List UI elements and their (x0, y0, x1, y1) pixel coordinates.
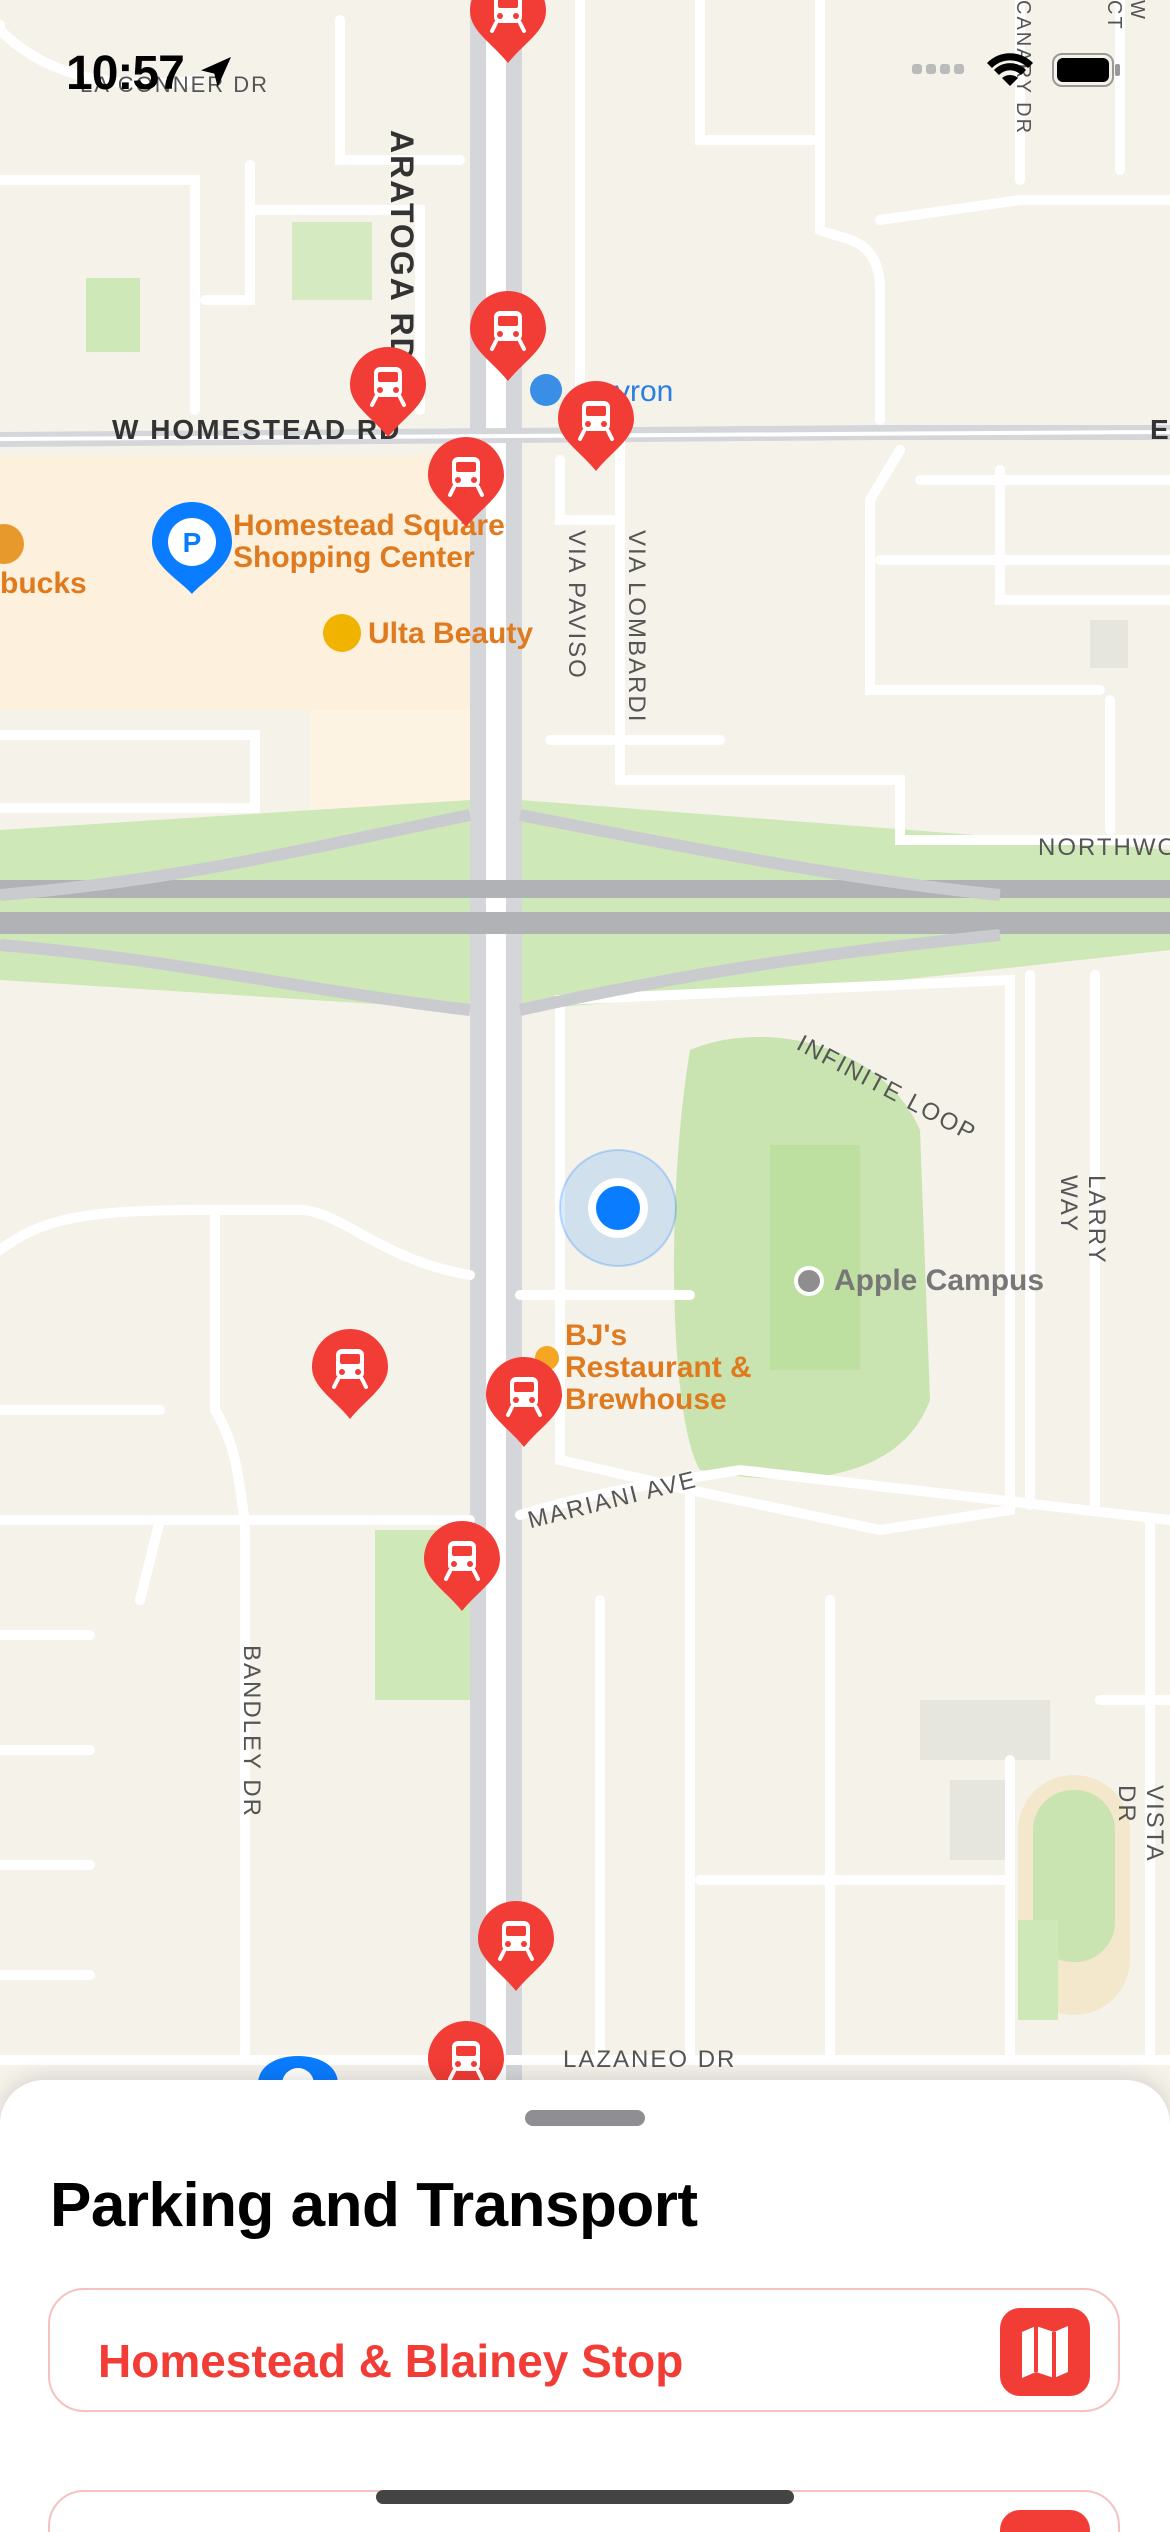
map-icon[interactable] (1000, 2510, 1090, 2532)
transit-pin-icon[interactable] (426, 435, 506, 529)
street-label-bandley: BANDLEY DR (238, 1645, 265, 1818)
transit-pin-icon[interactable] (484, 1355, 564, 1449)
status-time: 10:57 (66, 47, 185, 100)
street-label-lazaneo: LAZANEO DR (563, 2046, 737, 2073)
sheet-title: Parking and Transport (50, 2171, 698, 2240)
transit-pin-icon[interactable] (422, 1519, 502, 1613)
poi-starbucks-label[interactable]: bucks (0, 568, 87, 600)
svg-text:P: P (183, 527, 202, 558)
beauty-icon[interactable] (323, 614, 361, 652)
transit-stop-card[interactable]: Homestead & Blainey Stop (48, 2288, 1120, 2412)
landmark-icon[interactable] (794, 1266, 824, 1296)
street-label-via-lombardi: VIA LOMBARDI (623, 530, 650, 724)
transit-pin-icon[interactable] (476, 1899, 556, 1993)
wifi-icon (987, 53, 1033, 86)
transit-pin-icon[interactable] (468, 289, 548, 383)
poi-bjs-label[interactable]: BJ's Restaurant & Brewhouse (565, 1320, 752, 1416)
battery-icon (1052, 53, 1120, 87)
transit-pin-icon[interactable] (310, 1327, 390, 1421)
street-label-saratoga: ARATOGA RD (384, 130, 420, 363)
location-arrow-icon (201, 57, 231, 87)
map-icon[interactable] (1000, 2308, 1090, 2396)
status-bar: 10:57 (0, 0, 1170, 140)
street-label-e: E (1150, 414, 1170, 445)
bottom-sheet[interactable]: Parking and Transport Homestead & Blaine… (0, 2080, 1170, 2532)
transit-pin-icon[interactable] (348, 345, 428, 439)
signal-icon (912, 64, 964, 74)
poi-ulta-label[interactable]: Ulta Beauty (368, 618, 533, 650)
street-label-larry-way: LARRY WAY (1055, 1175, 1110, 1265)
transit-stop-label: Homestead & Blainey Stop (98, 2335, 684, 2387)
poi-apple-campus-label[interactable]: Apple Campus (834, 1265, 1044, 1297)
street-label-vista: VISTA DR (1113, 1785, 1168, 1862)
street-label-northwood: NORTHWO (1038, 834, 1170, 861)
street-label-via-paviso: VIA PAVISO (563, 530, 590, 680)
transit-pin-icon[interactable] (556, 379, 636, 473)
home-indicator[interactable] (376, 2490, 794, 2504)
sheet-grabber[interactable] (525, 2110, 645, 2126)
parking-pin-icon[interactable]: P (150, 500, 234, 596)
